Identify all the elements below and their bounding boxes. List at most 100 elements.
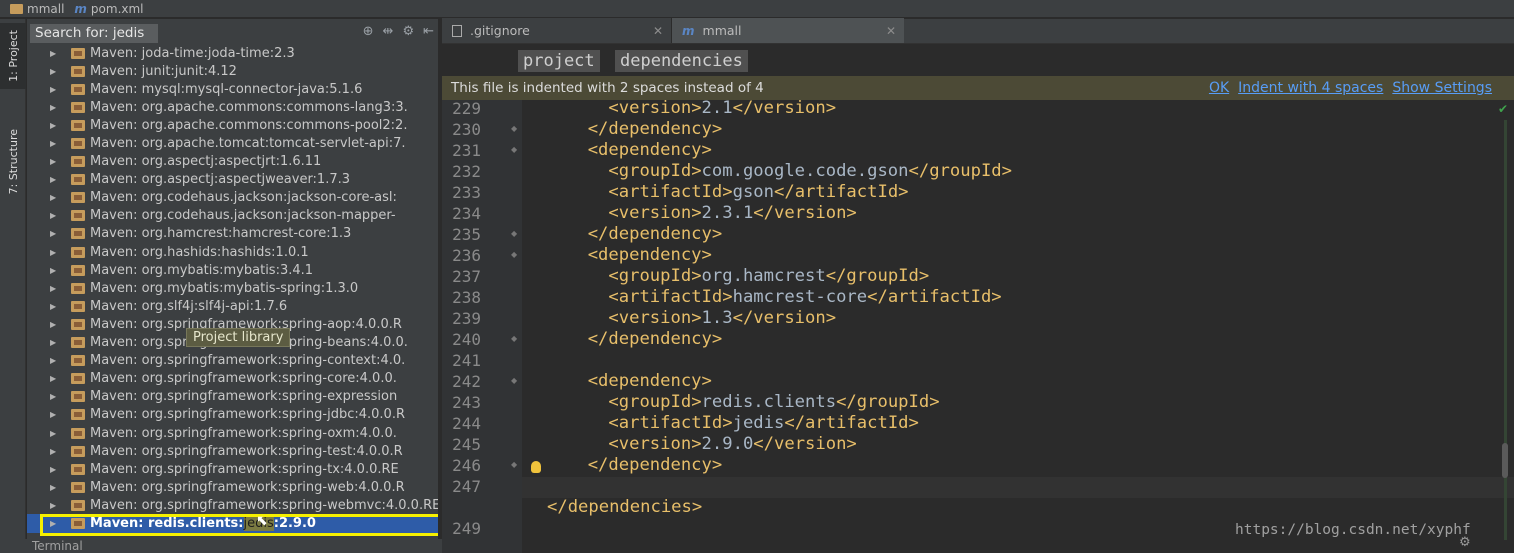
tree-item[interactable]: ▶ Maven: org.mybatis:mybatis:3.4.1	[27, 261, 438, 279]
tree-item-label: Maven: org.springframework:spring-oxm:4.…	[90, 425, 397, 441]
expand-arrow-icon[interactable]: ▶	[50, 338, 62, 347]
tree-item[interactable]: ▶ Maven: org.springframework:spring-expre…	[27, 388, 438, 406]
ok-link[interactable]: OK	[1209, 80, 1229, 96]
locate-icon[interactable]: ⊕	[363, 24, 374, 39]
xml-open-tag: </dependency>	[587, 224, 723, 244]
tree-item[interactable]: ▶ Maven: org.apache.commons:commons-pool2…	[27, 116, 438, 134]
xml-open-tag: <version>	[608, 434, 702, 454]
expand-arrow-icon[interactable]: ▶	[50, 175, 62, 184]
fold-marker-icon[interactable]: ◆	[511, 229, 517, 238]
expand-arrow-icon[interactable]: ▶	[50, 67, 62, 76]
tree-item[interactable]: ▶ Maven: org.springframework:spring-webmv…	[27, 496, 438, 514]
expand-arrow-icon[interactable]: ▶	[50, 103, 62, 112]
expand-arrow-icon[interactable]: ▶	[50, 157, 62, 166]
collapse-icon[interactable]: ⇹	[383, 24, 394, 39]
nav-crumb-file[interactable]: m pom.xml	[64, 2, 143, 16]
tree-item[interactable]: ▶ Maven: org.hashids:hashids:1.0.1	[27, 243, 438, 261]
expand-arrow-icon[interactable]: ▶	[50, 447, 62, 456]
expand-arrow-icon[interactable]: ▶	[50, 121, 62, 130]
tree-item[interactable]: ▶ Maven: org.springframework:spring-web:4…	[27, 478, 438, 496]
tree-item[interactable]: ▶ Maven: org.springframework:spring-jdbc:…	[27, 406, 438, 424]
fold-marker-icon[interactable]: ◆	[511, 334, 517, 343]
show-settings-link[interactable]: Show Settings	[1392, 80, 1492, 96]
expand-arrow-icon[interactable]: ▶	[50, 356, 62, 365]
speed-search-input[interactable]: Search for: jedis	[30, 24, 158, 43]
xml-open-tag: </dependency>	[587, 329, 723, 349]
xml-text: org.hamcrest	[701, 266, 826, 286]
library-icon	[71, 282, 85, 294]
fold-marker-icon[interactable]: ◆	[511, 124, 517, 133]
line-number: 242	[452, 372, 481, 391]
tree-item[interactable]: ▶ Maven: org.codehaus.jackson:jackson-map…	[27, 207, 438, 225]
nav-crumb-project[interactable]: mmall	[0, 2, 64, 16]
expand-arrow-icon[interactable]: ▶	[50, 211, 62, 220]
scrollbar[interactable]	[1502, 443, 1508, 478]
gear-icon[interactable]: ⚙	[402, 24, 414, 39]
xml-close-tag: </version>	[753, 434, 857, 454]
fold-marker-icon[interactable]: ◆	[511, 460, 517, 469]
tool-tab-project[interactable]: 1: Project	[0, 23, 26, 89]
expand-arrow-icon[interactable]: ▶	[50, 501, 62, 510]
hide-icon[interactable]: ⇤	[423, 24, 434, 39]
terminal-tab[interactable]: Terminal	[32, 539, 83, 553]
library-icon	[71, 409, 85, 421]
tree-item[interactable]: ▶ Maven: org.springframework:spring-core:…	[27, 370, 438, 388]
tab-gitignore[interactable]: .gitignore ✕	[442, 18, 672, 43]
fold-marker-icon[interactable]: ◆	[511, 145, 517, 154]
expand-arrow-icon[interactable]: ▶	[50, 85, 62, 94]
tree-item[interactable]: ▶ Maven: org.mybatis:mybatis-spring:1.3.0	[27, 279, 438, 297]
breadcrumb-project[interactable]: project	[518, 50, 600, 72]
library-icon	[71, 119, 85, 131]
breadcrumb-dependencies[interactable]: dependencies	[615, 50, 748, 72]
expand-arrow-icon[interactable]: ▶	[50, 483, 62, 492]
tree-item[interactable]: ▶ Maven: mysql:mysql-connector-java:5.1.6	[27, 80, 438, 98]
expand-arrow-icon[interactable]: ▶	[50, 139, 62, 148]
tree-item[interactable]: ▶ Maven: org.springframework:spring-test:…	[27, 442, 438, 460]
expand-arrow-icon[interactable]: ▶	[50, 49, 62, 58]
indent-link[interactable]: Indent with 4 spaces	[1238, 80, 1383, 96]
gear-icon[interactable]: ⚙	[1459, 535, 1471, 550]
expand-arrow-icon[interactable]: ▶	[50, 320, 62, 329]
tree-item[interactable]: ▶ Maven: org.codehaus.jackson:jackson-cor…	[27, 189, 438, 207]
close-icon[interactable]: ✕	[653, 24, 663, 38]
tree-item[interactable]: ▶ Maven: junit:junit:4.12	[27, 62, 438, 80]
tree-item[interactable]: ▶ Maven: org.springframework:spring-tx:4.…	[27, 460, 438, 478]
tree-item-label: Maven: org.aspectj:aspectjweaver:1.7.3	[90, 172, 351, 188]
tree-item[interactable]: ▶ Maven: org.aspectj:aspectjweaver:1.7.3	[27, 171, 438, 189]
expand-arrow-icon[interactable]: ▶	[50, 266, 62, 275]
expand-arrow-icon[interactable]: ▶	[50, 374, 62, 383]
expand-arrow-icon[interactable]: ▶	[50, 519, 62, 528]
expand-arrow-icon[interactable]: ▶	[50, 410, 62, 419]
line-number: 235	[452, 225, 481, 244]
tree-item[interactable]: ▶ Maven: org.springframework:spring-oxm:4…	[27, 424, 438, 442]
expand-arrow-icon[interactable]: ▶	[50, 392, 62, 401]
tree-item[interactable]: ▶ Maven: org.slf4j:slf4j-api:1.7.6	[27, 297, 438, 315]
code-editor[interactable]: 229 230 ◆ 231 ◆ 232 233 234 235 ◆ 236 ◆ 237 238 239 240…	[442, 100, 1514, 553]
expand-arrow-icon[interactable]: ▶	[50, 284, 62, 293]
close-icon[interactable]: ✕	[886, 24, 896, 38]
xml-open-tag: <artifactId>	[608, 182, 733, 202]
fold-marker-icon[interactable]: ◆	[511, 250, 517, 259]
tree-item[interactable]: ▶ Maven: joda-time:joda-time:2.3	[27, 44, 438, 62]
fold-marker-icon[interactable]: ◆	[511, 376, 517, 385]
tree-item[interactable]: ▶ Maven: org.apache.commons:commons-lang3…	[27, 98, 438, 116]
tab-mmall[interactable]: m mmall ✕	[672, 18, 904, 43]
tree-item-selected[interactable]: ▶ Maven: redis.clients: jedis:2.9.0	[27, 514, 438, 533]
tree-item[interactable]: ▶ Maven: org.aspectj:aspectjrt:1.6.11	[27, 153, 438, 171]
expand-arrow-icon[interactable]: ▶	[50, 465, 62, 474]
tool-tab-structure[interactable]: 7: Structure	[0, 117, 26, 207]
tree-item[interactable]: ▶ Maven: org.apache.tomcat:tomcat-servlet…	[27, 134, 438, 152]
lightbulb-icon[interactable]	[531, 461, 541, 473]
expand-arrow-icon[interactable]: ▶	[50, 248, 62, 257]
expand-arrow-icon[interactable]: ▶	[50, 429, 62, 438]
tree-item[interactable]: ▶ Maven: org.hamcrest:hamcrest-core:1.3	[27, 225, 438, 243]
expand-arrow-icon[interactable]: ▶	[50, 229, 62, 238]
code-line: <groupId>redis.clients</groupId>	[567, 392, 939, 413]
nav-file-name: pom.xml	[90, 1, 144, 16]
tree-item[interactable]: ▶ Maven: org.springframework:spring-conte…	[27, 352, 438, 370]
expand-arrow-icon[interactable]: ▶	[50, 193, 62, 202]
expand-arrow-icon[interactable]: ▶	[50, 302, 62, 311]
